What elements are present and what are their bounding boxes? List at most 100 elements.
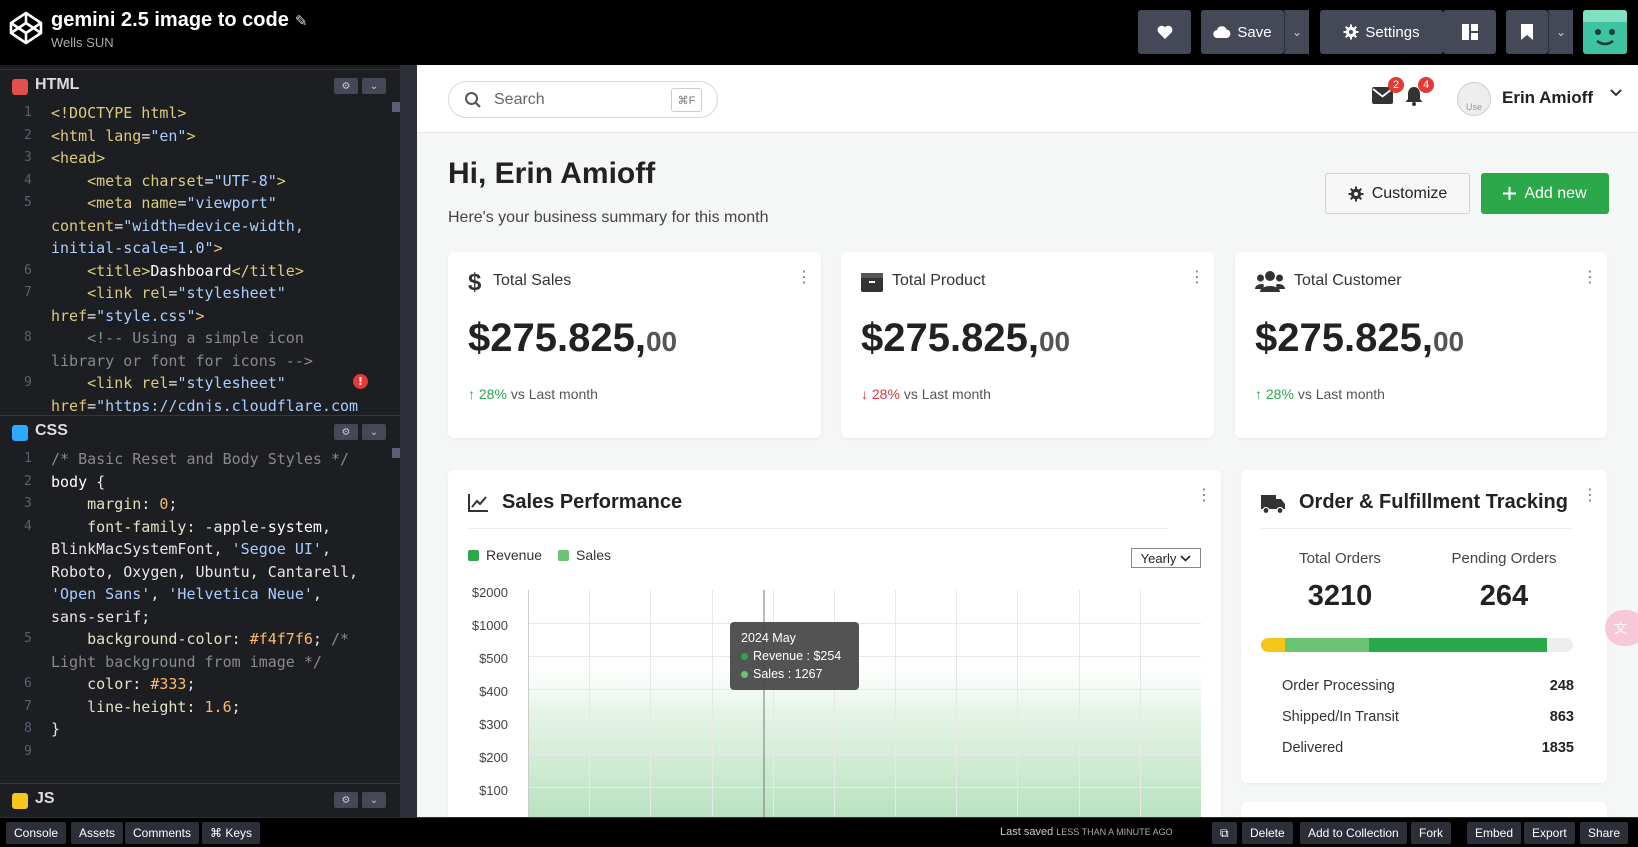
export-button[interactable]: Export [1524, 822, 1575, 844]
sales-chart-plot[interactable] [528, 590, 1201, 817]
assets-button[interactable]: Assets [71, 822, 124, 844]
fork-button[interactable]: Fork [1411, 822, 1451, 844]
stat-trend: ↑ 28% vs Last month [468, 386, 598, 402]
user-avatar[interactable] [1583, 10, 1627, 54]
chevron-down-icon [1180, 554, 1191, 562]
codepen-logo-icon[interactable] [8, 10, 44, 46]
heart-icon [1157, 25, 1172, 39]
comments-button[interactable]: Comments [125, 822, 200, 844]
order-row-delivered: Delivered 1835 [1282, 740, 1574, 756]
pencil-icon[interactable]: ✎ [295, 12, 308, 30]
search-box[interactable]: ⌘F [448, 81, 718, 118]
stat-title: Total Sales [493, 272, 572, 289]
legend-swatch [558, 549, 569, 561]
editor-resize-handle[interactable] [400, 65, 417, 817]
layout-icon [1461, 24, 1478, 40]
more-options-icon[interactable]: ⋮ [1582, 270, 1598, 286]
share-button[interactable]: Share [1580, 822, 1629, 844]
console-button[interactable]: Console [6, 822, 67, 844]
html-editor-header[interactable]: HTML ⚙ ⌄ [0, 69, 400, 99]
total-orders-value: 3210 [1307, 580, 1373, 612]
css-code-area[interactable]: 123456789 /* Basic Reset and Body Styles… [0, 448, 400, 770]
error-icon[interactable]: ! [353, 374, 368, 389]
js-collapse-chevron-icon[interactable]: ⌄ [362, 792, 386, 808]
last-saved-status: Last saved LESS THAN A MINUTE AGO [1000, 826, 1173, 838]
save-options-chevron-icon[interactable]: ⌄ [1284, 10, 1309, 54]
embed-button[interactable]: Embed [1467, 822, 1522, 844]
legend-revenue[interactable]: Revenue [468, 547, 542, 563]
js-settings-gear-icon[interactable]: ⚙ [334, 792, 358, 808]
next-card [1241, 802, 1607, 817]
css-scrollbar[interactable] [392, 448, 400, 458]
mail-button[interactable]: 2 [1372, 77, 1404, 109]
css-settings-gear-icon[interactable]: ⚙ [334, 424, 358, 440]
progress-segment [1368, 638, 1548, 652]
stat-trend: ↓ 28% vs Last month [861, 386, 991, 402]
progress-segment [1285, 638, 1369, 652]
search-input[interactable] [494, 89, 664, 111]
more-options-icon[interactable]: ⋮ [1582, 488, 1598, 504]
translate-tab[interactable]: 文 [1605, 610, 1638, 646]
keys-button[interactable]: ⌘ Keys [202, 822, 261, 844]
heart-button[interactable] [1138, 10, 1191, 54]
open-external-icon[interactable]: ⧉ [1212, 822, 1237, 844]
chevron-down-icon[interactable] [1610, 89, 1622, 97]
more-options-icon[interactable]: ⋮ [796, 270, 812, 286]
project-title[interactable]: gemini 2.5 image to code ✎ [51, 9, 307, 32]
legend-swatch [468, 549, 479, 561]
html-collapse-chevron-icon[interactable]: ⌄ [362, 78, 386, 94]
js-editor-label: JS [35, 790, 55, 807]
html-gutter: 123456789 [24, 105, 32, 390]
total-orders-label: Total Orders [1299, 550, 1381, 567]
divider [468, 528, 1168, 529]
notifications-button[interactable]: 4 [1405, 77, 1434, 111]
more-options-icon[interactable]: ⋮ [1189, 270, 1205, 286]
stat-card-total-sales: $ Total Sales ⋮ $275.825,00 ↑ 28% vs Las… [448, 252, 821, 438]
profile-avatar[interactable]: Use [1457, 82, 1491, 116]
box-icon [861, 273, 883, 292]
bookmark-options-chevron-icon[interactable]: ⌄ [1548, 10, 1573, 54]
stat-trend: ↑ 28% vs Last month [1255, 386, 1385, 402]
js-badge-icon [12, 793, 28, 809]
code-editors: HTML ⚙ ⌄ 123456789 <!DOCTYPE html> <html… [0, 65, 417, 817]
stat-value: $275.825,00 [861, 316, 1071, 360]
save-label: Save [1237, 23, 1272, 41]
bookmark-button[interactable] [1506, 10, 1548, 54]
add-to-collection-button[interactable]: Add to Collection [1300, 822, 1407, 844]
css-collapse-chevron-icon[interactable]: ⌄ [362, 424, 386, 440]
js-editor-header[interactable]: JS ⚙ ⌄ [0, 783, 400, 813]
bell-count-badge: 4 [1418, 77, 1434, 93]
users-icon [1255, 271, 1285, 292]
editor-bottombar: Console Assets Comments ⌘ Keys Last save… [0, 817, 1638, 847]
settings-label: Settings [1365, 23, 1420, 41]
customize-button[interactable]: Customize [1325, 173, 1470, 214]
stat-card-total-customer: Total Customer ⋮ $275.825,00 ↑ 28% vs La… [1235, 252, 1607, 438]
order-tracking-card: Order & Fulfillment Tracking ⋮ Total Ord… [1241, 470, 1607, 783]
order-status-progress [1261, 638, 1573, 652]
sales-performance-title: Sales Performance [502, 491, 683, 513]
sales-performance-card: Sales Performance ⋮ Revenue Sales Yearly… [448, 470, 1221, 817]
y-tick-label: $300 [479, 717, 508, 732]
html-code-area[interactable]: 123456789 <!DOCTYPE html> <html lang="en… [0, 102, 400, 412]
divider [1261, 528, 1573, 529]
tooltip-dot [741, 671, 748, 678]
tooltip-revenue: Revenue : $254 [741, 647, 848, 665]
delete-button[interactable]: Delete [1242, 822, 1293, 844]
customize-label: Customize [1371, 184, 1448, 202]
more-options-icon[interactable]: ⋮ [1196, 488, 1212, 504]
add-new-button[interactable]: Add new [1481, 173, 1609, 214]
search-shortcut: ⌘F [671, 88, 702, 112]
save-button[interactable]: Save [1201, 10, 1284, 54]
html-settings-gear-icon[interactable]: ⚙ [334, 78, 358, 94]
period-select[interactable]: Yearly [1131, 548, 1201, 568]
legend-sales[interactable]: Sales [558, 547, 611, 563]
y-tick-label: $1000 [471, 618, 508, 633]
y-tick-label: $2000 [471, 585, 508, 600]
html-editor-label: HTML [35, 76, 80, 93]
settings-button[interactable]: Settings [1320, 10, 1443, 54]
html-scrollbar[interactable] [392, 102, 400, 112]
css-editor-header[interactable]: CSS ⚙ ⌄ [0, 415, 400, 445]
profile-name[interactable]: Erin Amioff [1502, 88, 1593, 108]
project-author[interactable]: Wells SUN [51, 35, 114, 50]
layout-button[interactable] [1443, 10, 1496, 54]
